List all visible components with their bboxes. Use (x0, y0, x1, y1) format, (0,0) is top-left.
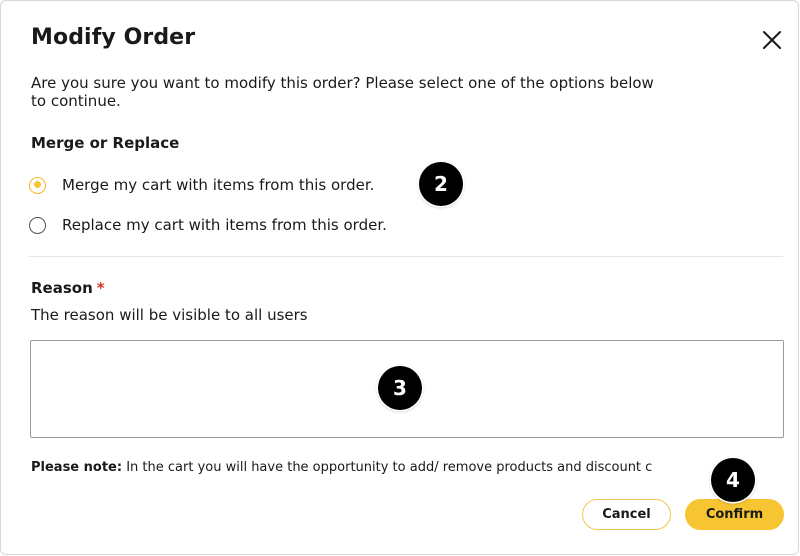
section-divider (29, 256, 783, 257)
close-icon[interactable] (760, 28, 784, 52)
note-bold-prefix: Please note: (31, 460, 123, 475)
reason-label-text: Reason (31, 279, 93, 297)
merge-option[interactable]: Merge my cart with items from this order… (29, 173, 374, 197)
annotation-marker-4: 4 (711, 458, 755, 502)
cancel-button[interactable]: Cancel (582, 499, 671, 530)
modify-order-dialog: Modify Order Are you sure you want to mo… (0, 0, 799, 555)
merge-replace-label: Merge or Replace (31, 134, 180, 152)
annotation-marker-2: 2 (419, 162, 463, 206)
note-body: In the cart you will have the opportunit… (122, 460, 653, 475)
annotation-marker-3: 3 (378, 366, 422, 410)
intro-line-2: to continue. (31, 92, 121, 110)
reason-label: Reason * (31, 279, 105, 297)
merge-radio[interactable] (29, 176, 46, 194)
replace-option-label: Replace my cart with items from this ord… (62, 216, 387, 234)
dialog-title: Modify Order (31, 25, 196, 50)
reason-help-text: The reason will be visible to all users (31, 306, 308, 324)
please-note-text: Please note: In the cart you will have t… (31, 460, 717, 475)
intro-line-1: Are you sure you want to modify this ord… (31, 74, 654, 92)
dialog-intro-text: Are you sure you want to modify this ord… (31, 74, 731, 110)
required-asterisk: * (96, 279, 105, 297)
merge-option-label: Merge my cart with items from this order… (62, 176, 375, 194)
confirm-button[interactable]: Confirm (685, 499, 784, 530)
replace-option[interactable]: Replace my cart with items from this ord… (29, 213, 387, 237)
replace-radio[interactable] (29, 216, 46, 234)
